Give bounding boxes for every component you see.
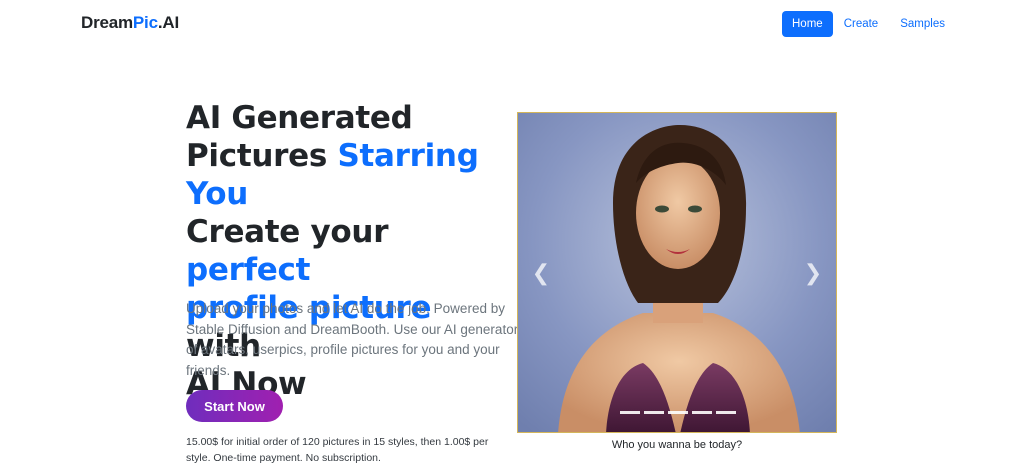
brand-logo[interactable]: DreamPic.AI <box>81 13 179 33</box>
nav-home[interactable]: Home <box>782 11 833 37</box>
hero-line-2a: Pictures <box>186 138 338 174</box>
hero-line-1: AI Generated <box>186 100 413 136</box>
nav-samples[interactable]: Samples <box>900 18 945 30</box>
chevron-right-icon: ❯ <box>803 260 823 285</box>
hero-lead: Upload your photos and let AI do the job… <box>186 301 519 378</box>
hero-line-3a: Create your <box>186 214 389 250</box>
carousel-indicator[interactable] <box>668 411 688 414</box>
carousel-indicator[interactable] <box>692 411 712 414</box>
carousel-indicator[interactable] <box>716 411 736 414</box>
hero-highlight-2: perfect <box>186 252 311 288</box>
pricing-note: 15.00$ for initial order of 120 pictures… <box>186 436 489 464</box>
nav-create[interactable]: Create <box>844 18 879 30</box>
brand-prefix: Dream <box>81 13 133 32</box>
carousel-next-button[interactable]: ❯ <box>800 258 826 288</box>
carousel-indicators <box>620 411 736 414</box>
main-nav: Home Create Samples <box>782 11 945 37</box>
brand-accent: Pic <box>132 13 158 32</box>
carousel-indicator[interactable] <box>620 411 640 414</box>
carousel-prev-button[interactable]: ❮ <box>528 258 554 288</box>
carousel-indicator[interactable] <box>644 411 664 414</box>
brand-suffix: .AI <box>157 13 179 32</box>
chevron-left-icon: ❮ <box>531 260 551 285</box>
carousel-caption: Who you wanna be today? <box>611 439 743 451</box>
start-now-button[interactable]: Start Now <box>186 390 283 422</box>
image-carousel: ❮ ❯ <box>517 112 837 433</box>
carousel-slide-image <box>518 113 836 432</box>
